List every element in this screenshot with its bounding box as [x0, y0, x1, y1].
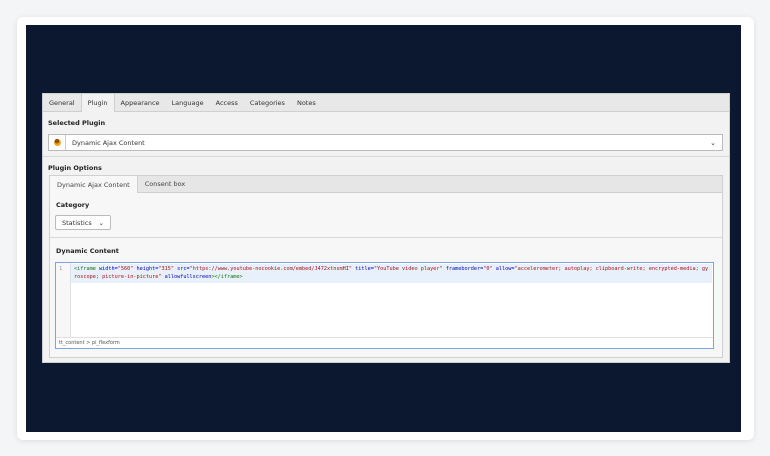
code-attribute: frameborder=	[442, 266, 484, 272]
tab-dynamic-ajax-content[interactable]: Dynamic Ajax Content	[50, 176, 138, 193]
category-select[interactable]: Statistics ⌄	[55, 215, 111, 230]
chevron-down-icon: ⌄	[98, 218, 104, 227]
code-string: "0"	[483, 266, 493, 272]
tab-language[interactable]: Language	[166, 94, 210, 111]
category-divider	[50, 237, 722, 238]
tab-access[interactable]: Access	[210, 94, 244, 111]
line-number: 1	[59, 266, 63, 272]
chevron-down-icon: ⌄	[710, 138, 716, 147]
tab-categories[interactable]: Categories	[244, 94, 291, 111]
plugin-options-tabs: Dynamic Ajax Content Consent box	[50, 176, 722, 193]
code-attribute: width=	[95, 266, 118, 272]
line-gutter	[56, 263, 71, 337]
plugin-select-value: Dynamic Ajax Content	[72, 138, 145, 147]
code-editor[interactable]: 1 <iframe width="560" height="315" src="…	[55, 262, 714, 349]
tab-appearance[interactable]: Appearance	[115, 94, 166, 111]
category-title: Category	[56, 201, 90, 209]
dynamic-content-title: Dynamic Content	[56, 247, 119, 255]
selected-plugin-title: Selected Plugin	[48, 119, 106, 127]
form-tabs: General Plugin Appearance Language Acces…	[43, 94, 729, 112]
code-tag: ></iframe>	[211, 274, 243, 280]
tab-notes[interactable]: Notes	[291, 94, 322, 111]
code-string: "560"	[117, 266, 134, 272]
code-attribute: allowfullscreen	[161, 274, 212, 280]
category-select-value: Statistics	[62, 218, 92, 227]
section-divider	[43, 156, 729, 157]
plugin-options-title: Plugin Options	[48, 164, 102, 172]
plugin-icon: ☻	[49, 135, 66, 150]
code-attribute: src=	[174, 266, 190, 272]
code-content[interactable]: <iframe width="560" height="315" src="ht…	[74, 265, 709, 281]
code-attribute: title=	[352, 266, 374, 272]
code-string: "https://www.youtube-nocookie.com/embed/…	[189, 266, 353, 272]
code-string: "YouTube video player"	[373, 266, 443, 272]
code-attribute: height=	[133, 266, 159, 272]
code-tag: <iframe	[74, 266, 96, 272]
tab-consent-box[interactable]: Consent box	[138, 176, 193, 192]
code-string: "315"	[158, 266, 174, 272]
plugin-select[interactable]: ☻ Dynamic Ajax Content ⌄	[48, 134, 723, 151]
editor-status-path: tt_content > pi_flexform	[56, 337, 713, 348]
tab-plugin[interactable]: Plugin	[80, 94, 115, 112]
tab-general[interactable]: General	[43, 94, 81, 111]
code-attribute: allow=	[492, 266, 515, 272]
